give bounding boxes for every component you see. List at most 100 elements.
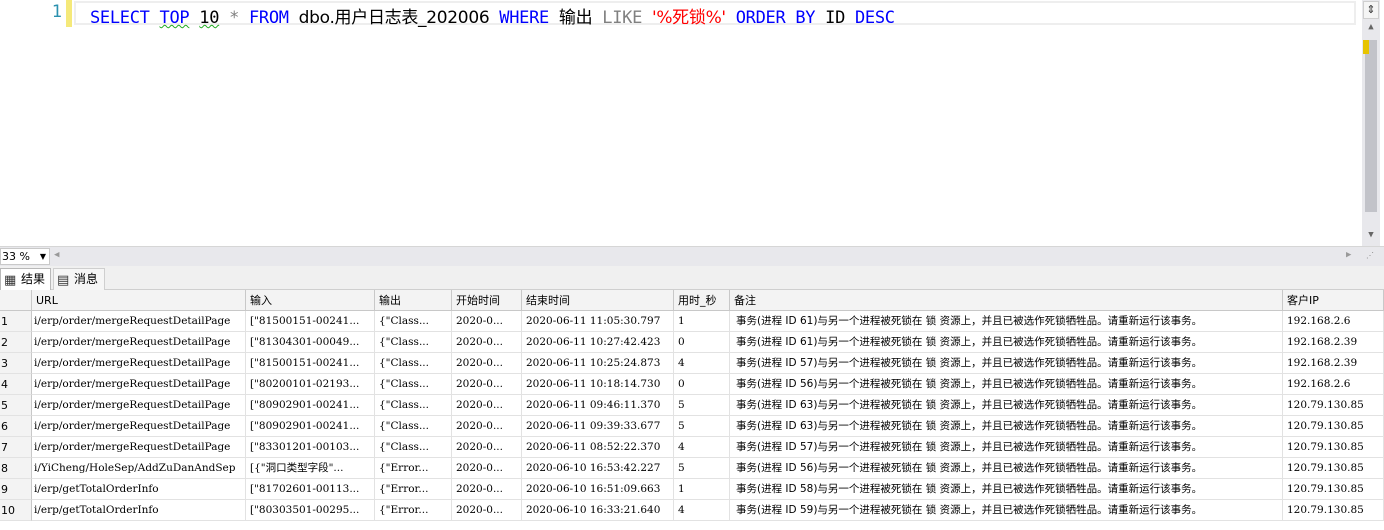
cell-seconds[interactable]: 5 — [674, 395, 730, 416]
zoom-select[interactable]: 33 % ▼ — [0, 248, 50, 265]
cell-note[interactable]: 事务(进程 ID 63)与另一个进程被死锁在 锁 资源上，并且已被选作死锁牺牲品… — [730, 416, 1283, 437]
scroll-right-icon[interactable]: ▶ — [1346, 250, 1351, 260]
scroll-down-icon[interactable]: ▼ — [1362, 230, 1380, 244]
column-header-end-time[interactable]: 结束时间 — [522, 290, 674, 311]
cell-client-ip[interactable]: 120.79.130.85 — [1283, 437, 1384, 458]
cell-end-time[interactable]: 2020-06-11 08:52:22.370 — [522, 437, 674, 458]
cell-end-time[interactable]: 2020-06-10 16:51:09.663 — [522, 479, 674, 500]
cell-end-time[interactable]: 2020-06-10 16:53:42.227 — [522, 458, 674, 479]
cell-client-ip[interactable]: 120.79.130.85 — [1283, 500, 1384, 521]
cell-output[interactable]: {"Class... — [375, 374, 452, 395]
cell-start-time[interactable]: 2020-0... — [452, 374, 522, 395]
cell-input[interactable]: ["81304301-00049... — [246, 332, 375, 353]
column-header-url[interactable]: URL — [32, 290, 246, 311]
cell-client-ip[interactable]: 120.79.130.85 — [1283, 479, 1384, 500]
cell-client-ip[interactable]: 192.168.2.39 — [1283, 332, 1384, 353]
column-header-input[interactable]: 输入 — [246, 290, 375, 311]
cell-client-ip[interactable]: 120.79.130.85 — [1283, 395, 1384, 416]
cell-seconds[interactable]: 0 — [674, 374, 730, 395]
cell-url[interactable]: i/erp/getTotalOrderInfo — [32, 479, 246, 500]
column-header-note[interactable]: 备注 — [730, 290, 1283, 311]
table-row[interactable]: 1 i/erp/order/mergeRequestDetailPage ["815… — [0, 311, 1384, 332]
split-view-icon[interactable]: ⇕ — [1363, 1, 1379, 19]
table-row[interactable]: 3 i/erp/order/mergeRequestDetailPage ["815… — [0, 353, 1384, 374]
query-editor[interactable]: 1 SELECT TOP 10 * FROM dbo.用户日志表_202006 … — [0, 0, 1384, 246]
cell-input[interactable]: ["80902901-00241... — [246, 395, 375, 416]
cell-start-time[interactable]: 2020-0... — [452, 311, 522, 332]
cell-output[interactable]: {"Class... — [375, 332, 452, 353]
cell-start-time[interactable]: 2020-0... — [452, 416, 522, 437]
cell-start-time[interactable]: 2020-0... — [452, 500, 522, 521]
cell-end-time[interactable]: 2020-06-11 09:39:33.677 — [522, 416, 674, 437]
cell-input[interactable]: ["80902901-00241... — [246, 416, 375, 437]
cell-input[interactable]: ["81702601-00113... — [246, 479, 375, 500]
scroll-up-icon[interactable]: ▲ — [1362, 22, 1380, 36]
table-row[interactable]: 5 i/erp/order/mergeRequestDetailPage ["809… — [0, 395, 1384, 416]
cell-url[interactable]: i/erp/order/mergeRequestDetailPage — [32, 437, 246, 458]
row-number[interactable]: 1 — [0, 311, 32, 332]
cell-seconds[interactable]: 0 — [674, 332, 730, 353]
cell-note[interactable]: 事务(进程 ID 58)与另一个进程被死锁在 锁 资源上，并且已被选作死锁牺牲品… — [730, 479, 1283, 500]
cell-note[interactable]: 事务(进程 ID 59)与另一个进程被死锁在 锁 资源上，并且已被选作死锁牺牲品… — [730, 500, 1283, 521]
cell-seconds[interactable]: 4 — [674, 500, 730, 521]
cell-end-time[interactable]: 2020-06-10 16:33:21.640 — [522, 500, 674, 521]
cell-end-time[interactable]: 2020-06-11 11:05:30.797 — [522, 311, 674, 332]
cell-output[interactable]: {"Error... — [375, 458, 452, 479]
cell-url[interactable]: i/erp/getTotalOrderInfo — [32, 500, 246, 521]
table-row[interactable]: 6 i/erp/order/mergeRequestDetailPage ["809… — [0, 416, 1384, 437]
cell-client-ip[interactable]: 192.168.2.39 — [1283, 353, 1384, 374]
cell-output[interactable]: {"Error... — [375, 500, 452, 521]
cell-input[interactable]: ["83301201-00103... — [246, 437, 375, 458]
cell-client-ip[interactable]: 120.79.130.85 — [1283, 458, 1384, 479]
table-row[interactable]: 9 i/erp/getTotalOrderInfo ["81702601-00113… — [0, 479, 1384, 500]
cell-start-time[interactable]: 2020-0... — [452, 332, 522, 353]
results-grid[interactable]: URL 输入 输出 开始时间 结束时间 用时_秒 备注 客户IP 1 i/erp/… — [0, 290, 1384, 530]
resize-grip-icon[interactable]: ⋰ — [1366, 251, 1380, 263]
cell-end-time[interactable]: 2020-06-11 10:25:24.873 — [522, 353, 674, 374]
row-number[interactable]: 3 — [0, 353, 32, 374]
cell-client-ip[interactable]: 120.79.130.85 — [1283, 416, 1384, 437]
cell-client-ip[interactable]: 192.168.2.6 — [1283, 374, 1384, 395]
table-row[interactable]: 4 i/erp/order/mergeRequestDetailPage ["802… — [0, 374, 1384, 395]
cell-output[interactable]: {"Class... — [375, 311, 452, 332]
cell-end-time[interactable]: 2020-06-11 09:46:11.370 — [522, 395, 674, 416]
column-header-output[interactable]: 输出 — [375, 290, 452, 311]
cell-url[interactable]: i/erp/order/mergeRequestDetailPage — [32, 374, 246, 395]
cell-seconds[interactable]: 5 — [674, 416, 730, 437]
cell-input[interactable]: ["80303501-00295... — [246, 500, 375, 521]
row-header-corner[interactable] — [0, 290, 32, 311]
cell-seconds[interactable]: 4 — [674, 353, 730, 374]
cell-url[interactable]: i/erp/order/mergeRequestDetailPage — [32, 311, 246, 332]
row-number[interactable]: 10 — [0, 500, 32, 521]
table-row[interactable]: 8 i/YiCheng/HoleSep/AddZuDanAndSep [{"洞口类型… — [0, 458, 1384, 479]
row-number[interactable]: 8 — [0, 458, 32, 479]
cell-url[interactable]: i/YiCheng/HoleSep/AddZuDanAndSep — [32, 458, 246, 479]
cell-url[interactable]: i/erp/order/mergeRequestDetailPage — [32, 395, 246, 416]
cell-seconds[interactable]: 1 — [674, 311, 730, 332]
column-header-client-ip[interactable]: 客户IP — [1283, 290, 1384, 311]
cell-note[interactable]: 事务(进程 ID 56)与另一个进程被死锁在 锁 资源上，并且已被选作死锁牺牲品… — [730, 458, 1283, 479]
cell-note[interactable]: 事务(进程 ID 63)与另一个进程被死锁在 锁 资源上，并且已被选作死锁牺牲品… — [730, 395, 1283, 416]
row-number[interactable]: 5 — [0, 395, 32, 416]
cell-seconds[interactable]: 5 — [674, 458, 730, 479]
cell-output[interactable]: {"Class... — [375, 395, 452, 416]
cell-input[interactable]: ["81500151-00241... — [246, 311, 375, 332]
cell-input[interactable]: ["81500151-00241... — [246, 353, 375, 374]
sql-query-text[interactable]: SELECT TOP 10 * FROM dbo.用户日志表_202006 WH… — [90, 3, 895, 28]
cell-note[interactable]: 事务(进程 ID 56)与另一个进程被死锁在 锁 资源上，并且已被选作死锁牺牲品… — [730, 374, 1283, 395]
cell-note[interactable]: 事务(进程 ID 57)与另一个进程被死锁在 锁 资源上，并且已被选作死锁牺牲品… — [730, 437, 1283, 458]
cell-input[interactable]: ["80200101-02193... — [246, 374, 375, 395]
cell-start-time[interactable]: 2020-0... — [452, 479, 522, 500]
cell-url[interactable]: i/erp/order/mergeRequestDetailPage — [32, 353, 246, 374]
cell-start-time[interactable]: 2020-0... — [452, 458, 522, 479]
column-header-seconds[interactable]: 用时_秒 — [674, 290, 730, 311]
cell-start-time[interactable]: 2020-0... — [452, 353, 522, 374]
cell-note[interactable]: 事务(进程 ID 61)与另一个进程被死锁在 锁 资源上，并且已被选作死锁牺牲品… — [730, 332, 1283, 353]
column-header-start-time[interactable]: 开始时间 — [452, 290, 522, 311]
cell-note[interactable]: 事务(进程 ID 61)与另一个进程被死锁在 锁 资源上，并且已被选作死锁牺牲品… — [730, 311, 1283, 332]
table-row[interactable]: 10 i/erp/getTotalOrderInfo ["80303501-0029… — [0, 500, 1384, 521]
row-number[interactable]: 9 — [0, 479, 32, 500]
cell-seconds[interactable]: 1 — [674, 479, 730, 500]
row-number[interactable]: 2 — [0, 332, 32, 353]
cell-start-time[interactable]: 2020-0... — [452, 437, 522, 458]
